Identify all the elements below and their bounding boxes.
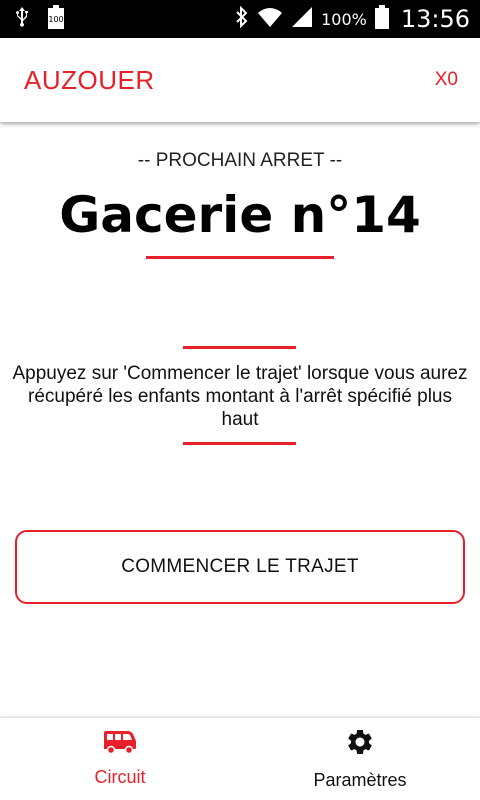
battery-percent: 100% [321,9,367,29]
nav-label-circuit: Circuit [94,767,146,787]
bus-icon [102,730,138,759]
usb-icon [14,6,30,33]
wifi-icon [257,6,283,33]
nav-label-parametres: Paramètres [313,770,407,790]
counter-badge[interactable]: X0 [435,69,458,91]
battery-badge-text: 100 [48,15,63,24]
clock: 13:56 [400,5,470,33]
nav-item-circuit[interactable]: Circuit [0,718,240,800]
instructions-text: Appuyez sur 'Commencer le trajet' lorsqu… [12,363,468,430]
stop-underline [146,256,334,259]
instructions-divider-bottom [183,442,296,445]
bottom-nav: Circuit Paramètres [0,718,480,800]
battery-icon [374,4,389,34]
instructions-divider-top [183,346,296,349]
next-stop-label: -- PROCHAIN ARRET -- [137,150,343,171]
gear-icon [345,727,375,762]
status-bar: 100 100% 13:56 [0,0,480,38]
battery-badge-icon: 100 [48,4,64,34]
stop-name: Gacerie n°14 [59,186,421,244]
nav-item-parametres[interactable]: Paramètres [240,718,480,800]
app-bar: AUZOUER X0 [0,38,480,122]
main-content: -- PROCHAIN ARRET -- Gacerie n°14 Appuye… [0,122,480,718]
bluetooth-icon [235,5,249,33]
app-title: AUZOUER [24,64,155,95]
start-trip-button[interactable]: COMMENCER LE TRAJET [15,530,465,604]
signal-icon [291,6,313,33]
